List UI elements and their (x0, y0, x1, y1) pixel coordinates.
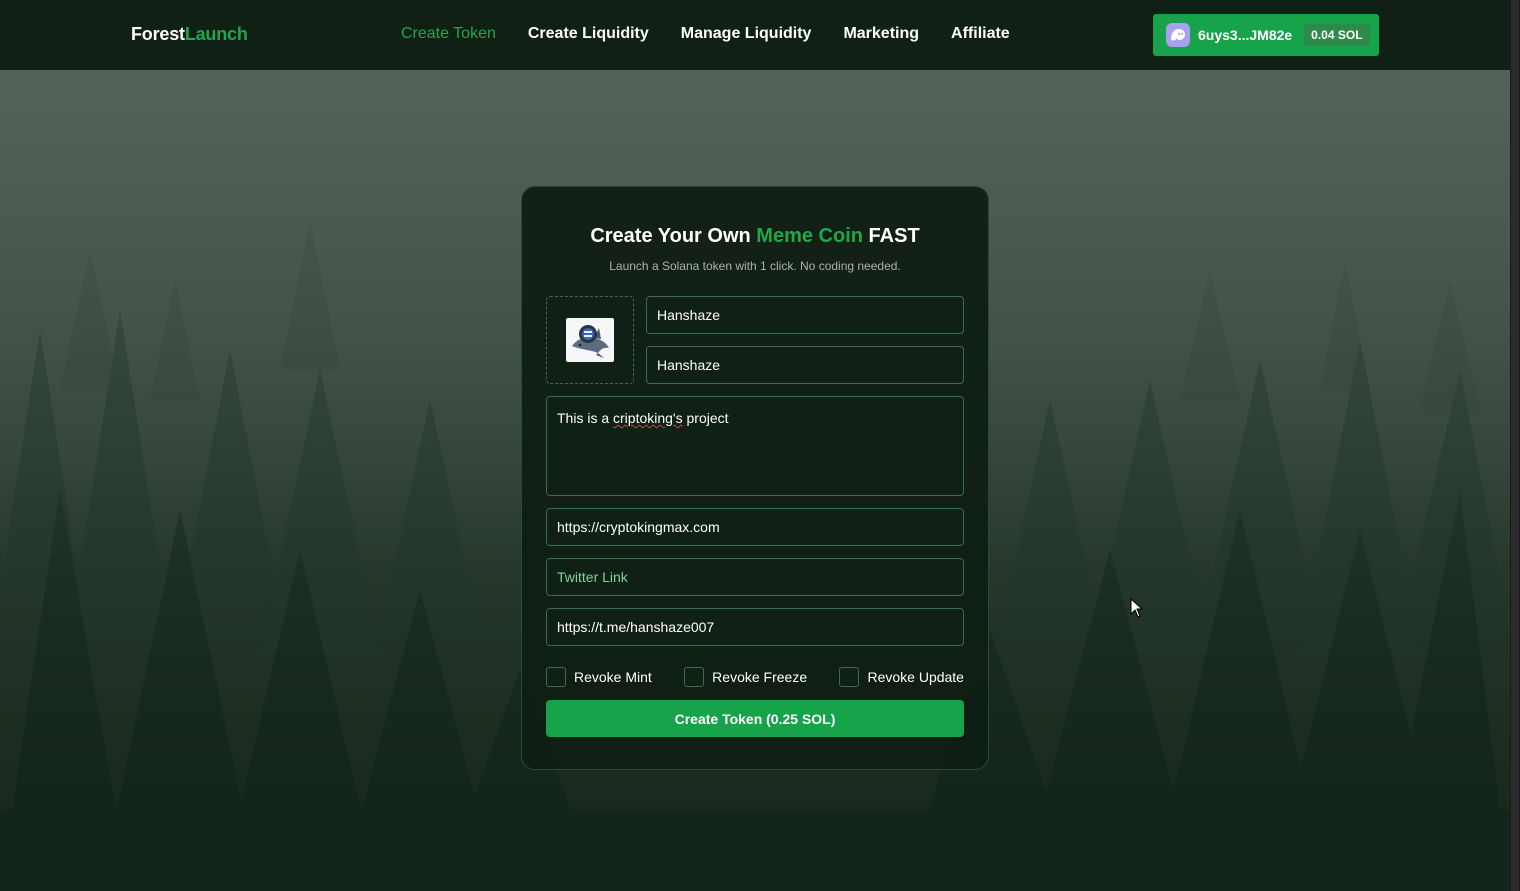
revoke-update-option[interactable]: Revoke Update (839, 667, 964, 687)
site-logo[interactable]: ForestLaunch (131, 24, 248, 45)
logo-text-launch: Launch (184, 24, 248, 44)
description-textarea[interactable]: This is a criptoking's project (546, 396, 964, 496)
wallet-balance-badge: 0.04 SOL (1304, 24, 1370, 46)
token-name-input[interactable]: Hanshaze (646, 296, 964, 334)
page-title: Create Your Own Meme Coin FAST (522, 225, 988, 248)
scrollbar[interactable] (1510, 0, 1520, 891)
website-input[interactable]: https://cryptokingmax.com (546, 508, 964, 546)
nav-manage-liquidity[interactable]: Manage Liquidity (681, 25, 812, 43)
nav-create-token[interactable]: Create Token (401, 25, 496, 43)
nav-links: Create Token Create Liquidity Manage Liq… (401, 25, 1010, 43)
description-misspelled-word: criptoking's (613, 410, 683, 426)
nav-marketing[interactable]: Marketing (843, 25, 919, 43)
title-part-1: Create Your Own (590, 225, 751, 247)
create-token-button[interactable]: Create Token (0.25 SOL) (546, 700, 964, 737)
token-logo-upload[interactable] (546, 296, 634, 384)
revoke-options: Revoke Mint Revoke Freeze Revoke Update (546, 666, 964, 688)
revoke-mint-label: Revoke Mint (574, 669, 652, 685)
scrollbar-thumb[interactable] (1511, 0, 1519, 891)
token-symbol-input[interactable]: Hanshaze (646, 346, 964, 384)
create-token-card: Create Your Own Meme Coin FAST Launch a … (521, 186, 989, 770)
revoke-mint-option[interactable]: Revoke Mint (546, 667, 652, 687)
revoke-freeze-label: Revoke Freeze (712, 669, 808, 685)
nav-affiliate[interactable]: Affiliate (951, 25, 1010, 43)
nav-create-liquidity[interactable]: Create Liquidity (528, 25, 649, 43)
revoke-freeze-checkbox[interactable] (684, 667, 705, 687)
description-text-1: This is a (557, 410, 614, 426)
twitter-input[interactable]: Twitter Link (546, 558, 964, 596)
revoke-update-checkbox[interactable] (839, 667, 860, 687)
telegram-input[interactable]: https://t.me/hanshaze007 (546, 608, 964, 646)
description-text-3: project (682, 410, 729, 426)
title-part-3: FAST (868, 225, 920, 247)
revoke-freeze-option[interactable]: Revoke Freeze (684, 667, 807, 687)
wallet-address: 6uys3...JM82e (1198, 27, 1293, 43)
phantom-ghost-icon (1166, 23, 1190, 47)
revoke-update-label: Revoke Update (867, 669, 964, 685)
token-logo-image (566, 318, 614, 362)
page-subtitle: Launch a Solana token with 1 click. No c… (609, 259, 901, 273)
navbar: ForestLaunch Create Token Create Liquidi… (0, 0, 1510, 70)
logo-text-forest: Forest (131, 24, 185, 44)
mouse-cursor-icon (1130, 597, 1144, 623)
title-highlight: Meme Coin (756, 225, 863, 247)
wallet-button[interactable]: 6uys3...JM82e 0.04 SOL (1153, 14, 1379, 56)
revoke-mint-checkbox[interactable] (546, 667, 566, 687)
